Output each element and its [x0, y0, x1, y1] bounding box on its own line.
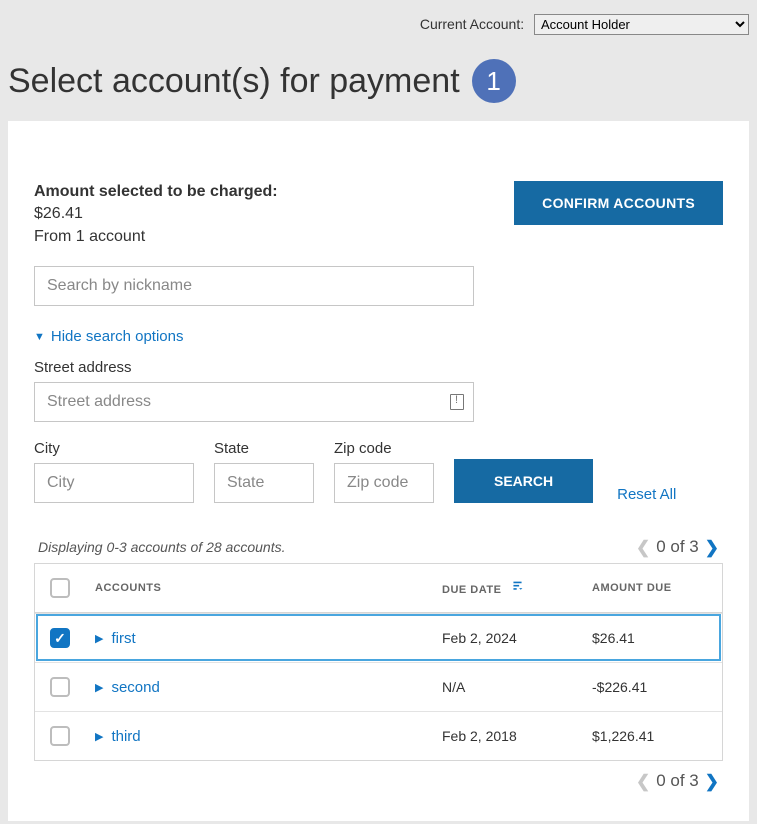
nickname-search-input[interactable] — [34, 266, 474, 306]
pager-bottom: ❮ 0 of 3 ❯ — [636, 771, 719, 791]
col-due-date[interactable]: DUE DATE — [432, 566, 582, 610]
address-book-icon — [450, 394, 464, 410]
account-switcher-bar: Current Account: Account Holder — [0, 0, 757, 35]
due-date-cell: Feb 2, 2024 — [432, 616, 582, 660]
due-date-cell: N/A — [432, 665, 582, 709]
amount-due-cell: $1,226.41 — [582, 714, 722, 758]
search-button[interactable]: SEARCH — [454, 459, 593, 503]
state-label: State — [214, 440, 314, 457]
caret-down-icon: ▼ — [34, 331, 45, 343]
row-checkbox[interactable] — [50, 677, 70, 697]
toggle-search-options[interactable]: ▼ Hide search options — [34, 328, 183, 345]
table-row: ▶ second N/A-$226.41 — [35, 662, 722, 711]
table-row: ▶ third Feb 2, 2018$1,226.41 — [35, 711, 722, 760]
account-expand-link[interactable]: ▶ third — [95, 728, 141, 745]
caret-right-icon: ▶ — [95, 632, 103, 645]
reset-all-link[interactable]: Reset All — [617, 486, 676, 503]
account-expand-link[interactable]: ▶ second — [95, 679, 160, 696]
caret-right-icon: ▶ — [95, 681, 103, 694]
results-summary: Displaying 0-3 accounts of 28 accounts. — [38, 539, 285, 555]
main-card: Amount selected to be charged: $26.41 Fr… — [8, 121, 749, 821]
street-label: Street address — [34, 359, 723, 376]
due-date-cell: Feb 2, 2018 — [432, 714, 582, 758]
account-name: third — [111, 728, 140, 745]
pager-top: ❮ 0 of 3 ❯ — [636, 537, 719, 557]
pager-next-icon[interactable]: ❯ — [705, 539, 719, 556]
pager-prev-icon[interactable]: ❮ — [636, 539, 650, 556]
row-checkbox[interactable]: ✓ — [50, 628, 70, 648]
pager-prev-icon[interactable]: ❮ — [636, 773, 650, 790]
table-header-row: ACCOUNTS DUE DATE AMOUNT DUE — [35, 564, 722, 613]
city-input[interactable] — [34, 463, 194, 503]
charge-summary: Amount selected to be charged: $26.41 Fr… — [34, 181, 278, 248]
confirm-accounts-button[interactable]: CONFIRM ACCOUNTS — [514, 181, 723, 225]
pager-text: 0 of 3 — [656, 537, 699, 557]
street-address-input[interactable] — [34, 382, 474, 422]
charge-label: Amount selected to be charged: — [34, 181, 278, 203]
amount-due-cell: -$226.41 — [582, 665, 722, 709]
page-title: Select account(s) for payment 1 — [0, 35, 757, 121]
amount-due-cell: $26.41 — [582, 616, 722, 660]
state-input[interactable] — [214, 463, 314, 503]
col-amount-due[interactable]: AMOUNT DUE — [582, 568, 722, 608]
zip-input[interactable] — [334, 463, 434, 503]
pager-next-icon[interactable]: ❯ — [705, 773, 719, 790]
city-label: City — [34, 440, 194, 457]
account-name: second — [111, 679, 159, 696]
account-expand-link[interactable]: ▶ first — [95, 630, 136, 647]
pager-text: 0 of 3 — [656, 771, 699, 791]
sort-desc-icon — [511, 580, 524, 596]
table-row: ✓ ▶ first Feb 2, 2024$26.41 — [35, 613, 722, 662]
current-account-label: Current Account: — [420, 16, 524, 32]
charge-from: From 1 account — [34, 226, 278, 248]
select-all-checkbox[interactable] — [50, 578, 70, 598]
accounts-table: ACCOUNTS DUE DATE AMOUNT DUE ✓ ▶ first Feb … — [34, 563, 723, 761]
row-checkbox[interactable] — [50, 726, 70, 746]
zip-label: Zip code — [334, 440, 434, 457]
col-accounts[interactable]: ACCOUNTS — [85, 568, 432, 608]
charge-amount: $26.41 — [34, 203, 278, 225]
step-badge: 1 — [472, 59, 516, 103]
account-name: first — [111, 630, 135, 647]
caret-right-icon: ▶ — [95, 730, 103, 743]
current-account-select[interactable]: Account Holder — [534, 14, 749, 35]
